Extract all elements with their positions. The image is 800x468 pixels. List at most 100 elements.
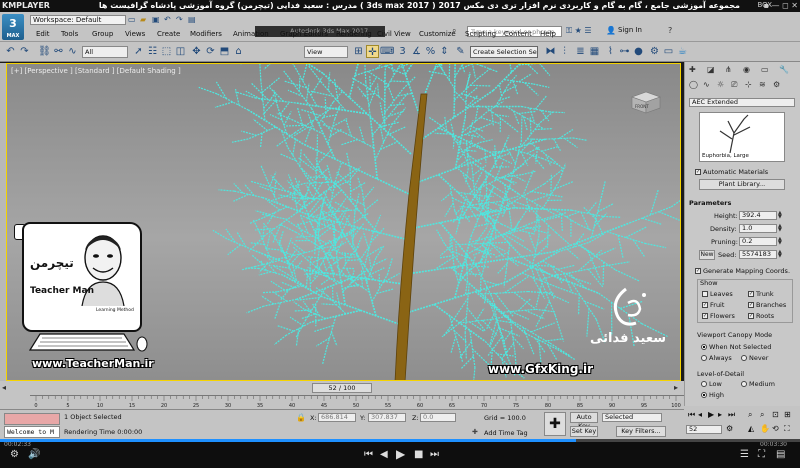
- goto-start-icon[interactable]: ⏮: [688, 410, 695, 420]
- selection-filter-dropdown[interactable]: All: [82, 46, 128, 58]
- field-of-view-icon[interactable]: ◭: [748, 424, 754, 433]
- menu-content[interactable]: Content: [504, 30, 532, 38]
- next-frame-icon[interactable]: ▸: [674, 383, 678, 392]
- rectangular-selection-icon[interactable]: ⬚: [160, 45, 173, 58]
- pruning-input[interactable]: 0.2: [739, 237, 777, 246]
- menu-customize[interactable]: Customize: [419, 30, 456, 38]
- menu-edit[interactable]: Edit: [36, 30, 50, 38]
- trunk-checkbox[interactable]: ✓ Trunk: [748, 290, 774, 298]
- helpers-icon[interactable]: ⊹: [745, 80, 752, 89]
- player-play-icon[interactable]: ▶: [396, 447, 405, 461]
- rendered-frame-icon[interactable]: ▭: [662, 45, 675, 58]
- player-next-icon[interactable]: ⏭: [430, 449, 439, 460]
- lod-medium-dot[interactable]: [741, 381, 747, 387]
- zoom-extents-all-icon[interactable]: ⊞: [784, 410, 791, 419]
- auto-key-button[interactable]: Auto Key: [570, 412, 598, 430]
- y-coord-field[interactable]: 307.837: [368, 413, 406, 422]
- pan-icon[interactable]: ✋: [760, 424, 770, 433]
- bind-space-warp-icon[interactable]: ∿: [66, 45, 79, 58]
- select-and-move-icon[interactable]: ✥: [190, 45, 203, 58]
- hierarchy-tab-icon[interactable]: ⋔: [725, 65, 732, 74]
- player-speaker-icon[interactable]: 🔊: [28, 449, 40, 460]
- density-input[interactable]: 1.0: [739, 224, 777, 233]
- lod-low-dot[interactable]: [701, 381, 707, 387]
- select-and-scale-icon[interactable]: ⬒: [218, 45, 231, 58]
- sign-in-button[interactable]: Sign In: [618, 26, 642, 34]
- player-settings-icon[interactable]: ⚙: [10, 449, 19, 460]
- align-icon[interactable]: ⫶: [558, 45, 571, 58]
- menu-views[interactable]: Views: [125, 30, 145, 38]
- roots-check[interactable]: ✓: [748, 313, 754, 319]
- category-dropdown[interactable]: AEC Extended: [689, 98, 795, 107]
- help-icon[interactable]: ?: [668, 26, 672, 35]
- player-progress-bar[interactable]: [0, 439, 800, 442]
- cameras-icon[interactable]: ⎚: [731, 80, 737, 90]
- set-key-icon[interactable]: ✚: [544, 412, 566, 436]
- workspace-dropdown[interactable]: Workspace: Default: [30, 15, 126, 25]
- zoom-all-icon[interactable]: ⌕: [760, 410, 764, 420]
- leaves-check[interactable]: [702, 291, 708, 297]
- fruit-checkbox[interactable]: ✓ Fruit: [702, 301, 724, 309]
- redo-icon[interactable]: ↷: [18, 45, 31, 58]
- save-icon[interactable]: ▣: [152, 15, 160, 24]
- lod-low-radio[interactable]: Low: [701, 380, 722, 388]
- menu-graph-editors[interactable]: Graph Editors: [280, 30, 328, 38]
- percent-snap-icon[interactable]: %: [424, 45, 437, 58]
- flowers-checkbox[interactable]: ✓ Flowers: [702, 312, 735, 320]
- time-tag-icon[interactable]: ✚: [472, 428, 478, 436]
- maxscript-mini-listener[interactable]: [4, 413, 60, 425]
- toggle-ribbon-icon[interactable]: ▦: [588, 45, 601, 58]
- menu-tools[interactable]: Tools: [61, 30, 78, 38]
- select-and-rotate-icon[interactable]: ⟳: [204, 45, 217, 58]
- generate-mapping-check[interactable]: ✓: [695, 268, 701, 274]
- menu-rendering[interactable]: Rendering: [336, 30, 372, 38]
- time-config-icon[interactable]: ⚙: [726, 424, 733, 433]
- roots-checkbox[interactable]: ✓ Roots: [748, 312, 774, 320]
- menu-create[interactable]: Create: [157, 30, 180, 38]
- seed-spinner[interactable]: ▲ ▼: [778, 250, 783, 259]
- selection-set-dropdown[interactable]: Selected: [602, 413, 662, 422]
- render-production-icon[interactable]: ☕: [676, 45, 689, 58]
- reference-coordinate-dropdown[interactable]: View: [304, 46, 348, 58]
- plant-library-button[interactable]: Plant Library...: [699, 179, 785, 190]
- height-input[interactable]: 392.4: [739, 211, 777, 220]
- space-warps-icon[interactable]: ≋: [759, 80, 766, 89]
- set-key-button[interactable]: Set Key: [570, 426, 598, 437]
- lod-medium-radio[interactable]: Medium: [741, 380, 775, 388]
- viewcube[interactable]: FRONT: [626, 87, 666, 115]
- lod-high-dot[interactable]: [701, 392, 707, 398]
- redo-icon[interactable]: ↷: [176, 15, 183, 24]
- player-rewind-icon[interactable]: ◀: [380, 449, 388, 460]
- menu-animation[interactable]: Animation: [233, 30, 269, 38]
- auto-materials-checkbox[interactable]: ✓ Automatic Materials: [695, 168, 768, 176]
- open-folder-icon[interactable]: ▰: [140, 15, 146, 24]
- modify-tab-icon[interactable]: ◪: [707, 65, 715, 74]
- player-playlist-icon[interactable]: ☰: [740, 449, 749, 460]
- communication-icons[interactable]: ⚿ ★ ☰: [566, 26, 592, 36]
- always-dot[interactable]: [701, 355, 707, 361]
- key-filters-button[interactable]: Key Filters...: [616, 426, 666, 437]
- prev-frame-icon[interactable]: ◂: [2, 383, 6, 392]
- never-dot[interactable]: [741, 355, 747, 361]
- named-selection-set-dropdown[interactable]: Create Selection Se: [470, 46, 538, 58]
- branches-checkbox[interactable]: ✓ Branches: [748, 301, 786, 309]
- keyboard-shortcut-icon[interactable]: ⌨: [380, 45, 394, 58]
- snaps-toggle-icon[interactable]: 3: [396, 45, 409, 58]
- material-editor-icon[interactable]: ●: [632, 45, 645, 58]
- seed-input[interactable]: 5574183: [739, 250, 777, 259]
- pivot-center-icon[interactable]: ⊞: [352, 45, 365, 58]
- parameters-rollout-title[interactable]: Parameters: [689, 199, 731, 207]
- curve-editor-icon[interactable]: ⌇: [604, 45, 617, 58]
- add-time-tag[interactable]: Add Time Tag: [484, 429, 528, 437]
- flowers-check[interactable]: ✓: [702, 313, 708, 319]
- lod-high-radio[interactable]: High: [701, 391, 724, 399]
- zoom-icon[interactable]: ⌕: [748, 410, 752, 420]
- window-crossing-icon[interactable]: ◫: [174, 45, 187, 58]
- player-window-controls[interactable]: ▪ — ◻ ✕: [764, 1, 798, 10]
- project-folder-icon[interactable]: ▤: [188, 15, 196, 24]
- orbit-icon[interactable]: ⟲: [772, 424, 779, 433]
- next-key-icon[interactable]: ▸: [718, 410, 722, 419]
- menu-group[interactable]: Group: [92, 30, 113, 38]
- menu-help[interactable]: Help: [540, 30, 556, 38]
- user-icon[interactable]: 👤: [606, 26, 616, 35]
